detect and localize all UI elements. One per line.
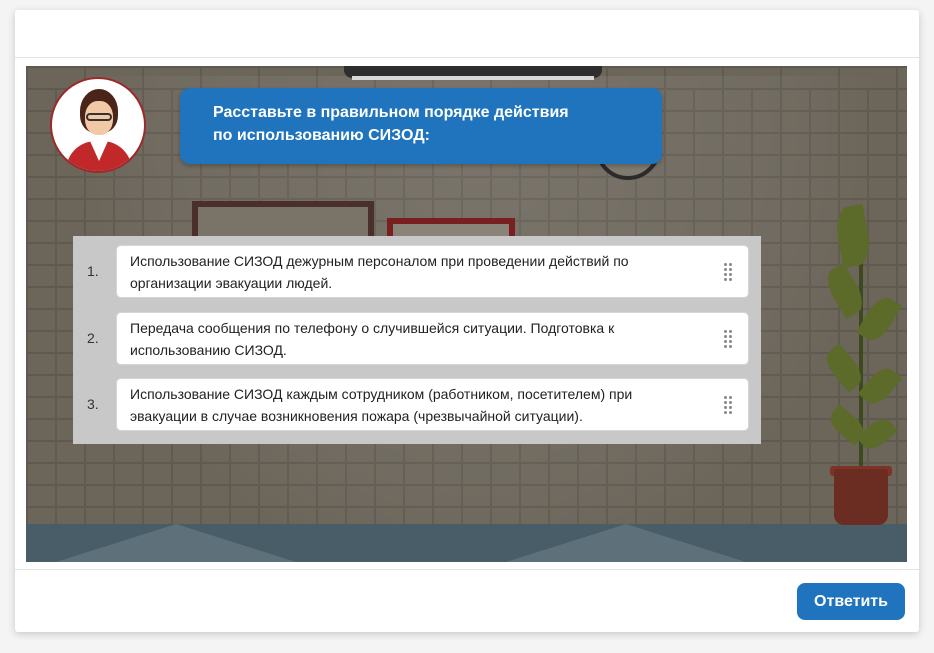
item-text-line-2: эвакуации в случае возникновения пожара … xyxy=(130,408,583,424)
list-item: 2. Передача сообщения по телефону о случ… xyxy=(73,312,761,366)
item-text-line-1: Использование СИЗОД каждым сотрудником (… xyxy=(130,386,633,402)
floor-shine-left xyxy=(56,524,296,562)
ordering-list: 1. Использование СИЗОД дежурным персонал… xyxy=(73,236,761,444)
card-header xyxy=(15,10,919,58)
drag-handle-icon[interactable] xyxy=(724,330,734,348)
prompt-line-1: Расставьте в правильном порядке действия xyxy=(213,104,569,121)
prompt-line-2: по использованию СИЗОД: xyxy=(213,127,430,144)
item-text-line-2: организации эвакуации людей. xyxy=(130,275,333,291)
item-number: 2. xyxy=(87,330,99,346)
floor-shine-right xyxy=(506,524,746,562)
drag-handle-icon[interactable] xyxy=(724,396,734,414)
draggable-item[interactable]: Использование СИЗОД дежурным персоналом … xyxy=(116,245,749,298)
draggable-item[interactable]: Передача сообщения по телефону о случивш… xyxy=(116,312,749,365)
scene-illustration: Расставьте в правильном порядке действия… xyxy=(26,66,907,562)
item-number: 3. xyxy=(87,396,99,412)
avatar xyxy=(50,77,146,173)
lamp-glow xyxy=(352,76,594,80)
question-prompt: Расставьте в правильном порядке действия… xyxy=(180,88,662,164)
answer-button[interactable]: Ответить xyxy=(797,583,905,620)
item-text-line-1: Использование СИЗОД дежурным персоналом … xyxy=(130,253,629,269)
item-number: 1. xyxy=(87,263,99,279)
footer-divider xyxy=(15,569,919,570)
draggable-item[interactable]: Использование СИЗОД каждым сотрудником (… xyxy=(116,378,749,431)
plant-pot xyxy=(834,469,888,525)
item-text-line-2: использованию СИЗОД. xyxy=(130,342,287,358)
drag-handle-icon[interactable] xyxy=(724,263,734,281)
list-item: 3. Использование СИЗОД каждым сотруднико… xyxy=(73,378,761,432)
item-text-line-1: Передача сообщения по телефону о случивш… xyxy=(130,320,615,336)
question-card: Расставьте в правильном порядке действия… xyxy=(15,10,919,632)
avatar-glasses xyxy=(86,113,112,121)
list-item: 1. Использование СИЗОД дежурным персонал… xyxy=(73,245,761,299)
